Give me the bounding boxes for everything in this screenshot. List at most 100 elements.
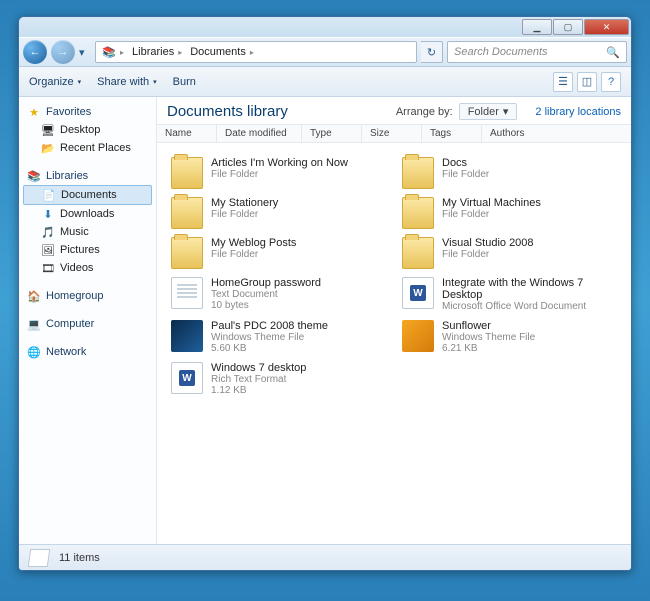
music-icon: 🎵 [41, 225, 55, 239]
file-item[interactable]: WIntegrate with the Windows 7 DesktopMic… [394, 273, 625, 316]
column-authors[interactable]: Authors [482, 125, 542, 142]
sidebar-favorites-header[interactable]: ★ Favorites [19, 103, 156, 121]
library-locations-link[interactable]: 2 library locations [535, 106, 621, 118]
help-button[interactable]: ? [601, 72, 621, 92]
search-input[interactable]: Search Documents 🔍 [447, 41, 627, 63]
file-item[interactable]: Visual Studio 2008File Folder [394, 233, 625, 273]
explorer-window: ▁ ▢ ✕ ← → ▾ 📚 ▸ Libraries ▸ Documents ▸ … [18, 16, 632, 571]
breadcrumb-libraries[interactable]: Libraries ▸ [130, 44, 184, 60]
search-icon: 🔍 [606, 46, 620, 59]
breadcrumb-label: Documents [190, 46, 246, 58]
organize-button[interactable]: Organize ▾ [29, 76, 81, 88]
sidebar-label: Favorites [46, 106, 91, 118]
content-area: ★ Favorites 🖥 Desktop 📂 Recent Places 📚 … [19, 97, 631, 544]
file-name: My Weblog Posts [211, 237, 296, 249]
item-count: 11 items [59, 552, 100, 564]
file-size: 1.12 KB [211, 385, 306, 396]
back-button[interactable]: ← [23, 40, 47, 64]
arrange-by-selector[interactable]: Folder ▾ [459, 103, 518, 120]
file-item[interactable]: My Virtual MachinesFile Folder [394, 193, 625, 233]
column-name[interactable]: Name [157, 125, 217, 142]
file-type: File Folder [442, 249, 534, 260]
theme-file-icon [402, 320, 434, 352]
folder-icon [402, 237, 434, 269]
file-name: Docs [442, 157, 489, 169]
address-bar[interactable]: 📚 ▸ Libraries ▸ Documents ▸ [95, 41, 417, 63]
file-type: Microsoft Office Word Document [442, 301, 617, 312]
sidebar-item-label: Videos [60, 262, 93, 274]
sidebar-homegroup[interactable]: 🏠 Homegroup [19, 287, 156, 305]
sidebar-item-desktop[interactable]: 🖥 Desktop [19, 121, 156, 139]
refresh-button[interactable]: ↻ [421, 41, 443, 63]
file-type: Windows Theme File [442, 332, 535, 343]
sidebar-item-label: Desktop [60, 124, 100, 136]
search-placeholder: Search Documents [454, 46, 548, 58]
sidebar-item-documents[interactable]: 📄 Documents [23, 185, 152, 205]
view-options-button[interactable]: ☰ [553, 72, 573, 92]
file-item[interactable]: My StationeryFile Folder [163, 193, 394, 233]
downloads-icon: ⬇ [41, 207, 55, 221]
minimize-button[interactable]: ▁ [522, 19, 552, 35]
sidebar-item-downloads[interactable]: ⬇ Downloads [19, 205, 156, 223]
word-doc-icon: W [171, 362, 203, 394]
sidebar-computer[interactable]: 💻 Computer [19, 315, 156, 333]
text-doc-icon [171, 277, 203, 309]
sidebar-network[interactable]: 🌐 Network [19, 343, 156, 361]
status-icon [28, 549, 51, 567]
titlebar: ▁ ▢ ✕ [19, 17, 631, 37]
file-name: Visual Studio 2008 [442, 237, 534, 249]
close-button[interactable]: ✕ [584, 19, 629, 35]
navigation-pane: ★ Favorites 🖥 Desktop 📂 Recent Places 📚 … [19, 97, 157, 544]
folder-icon [402, 197, 434, 229]
chevron-down-icon: ▾ [153, 78, 157, 86]
file-type: File Folder [211, 249, 296, 260]
burn-button[interactable]: Burn [173, 76, 196, 88]
file-item[interactable]: WWindows 7 desktopRich Text Format1.12 K… [163, 358, 394, 400]
homegroup-icon: 🏠 [27, 289, 41, 303]
column-date-modified[interactable]: Date modified [217, 125, 302, 142]
file-name: My Virtual Machines [442, 197, 541, 209]
file-item[interactable]: Paul's PDC 2008 themeWindows Theme File5… [163, 316, 394, 358]
chevron-right-icon[interactable]: ▸ [250, 48, 254, 57]
breadcrumb-documents[interactable]: Documents ▸ [188, 44, 256, 60]
column-tags[interactable]: Tags [422, 125, 482, 142]
sidebar-item-videos[interactable]: 🎞 Videos [19, 259, 156, 277]
column-size[interactable]: Size [362, 125, 422, 142]
file-name: Windows 7 desktop [211, 362, 306, 374]
pictures-icon: 🖼 [41, 243, 55, 257]
arrange-by-label: Arrange by: [396, 106, 453, 118]
folder-icon [171, 237, 203, 269]
sidebar-libraries-header[interactable]: 📚 Libraries [19, 167, 156, 185]
history-dropdown[interactable]: ▾ [79, 46, 91, 59]
file-name: My Stationery [211, 197, 278, 209]
file-type: File Folder [442, 209, 541, 220]
file-name: HomeGroup password [211, 277, 321, 289]
sidebar-label: Libraries [46, 170, 88, 182]
file-size: 10 bytes [211, 300, 321, 311]
file-type: File Folder [211, 209, 278, 220]
chevron-right-icon[interactable]: ▸ [120, 48, 124, 57]
file-item[interactable]: DocsFile Folder [394, 153, 625, 193]
breadcrumb-root[interactable]: 📚 ▸ [100, 43, 126, 61]
file-item[interactable]: HomeGroup passwordText Document10 bytes [163, 273, 394, 316]
sidebar-item-label: Music [60, 226, 89, 238]
button-label: Share with [97, 76, 149, 88]
sidebar-label: Network [46, 346, 86, 358]
sidebar-item-music[interactable]: 🎵 Music [19, 223, 156, 241]
main-pane: Documents library Arrange by: Folder ▾ 2… [157, 97, 631, 544]
maximize-button[interactable]: ▢ [553, 19, 583, 35]
file-item[interactable]: SunflowerWindows Theme File6.21 KB [394, 316, 625, 358]
sidebar-item-recent-places[interactable]: 📂 Recent Places [19, 139, 156, 157]
column-type[interactable]: Type [302, 125, 362, 142]
preview-pane-button[interactable]: ◫ [577, 72, 597, 92]
forward-button[interactable]: → [51, 40, 75, 64]
sidebar-item-pictures[interactable]: 🖼 Pictures [19, 241, 156, 259]
chevron-right-icon[interactable]: ▸ [178, 48, 182, 57]
library-title: Documents library [167, 103, 288, 120]
file-size: 5.60 KB [211, 343, 328, 354]
file-item[interactable]: Articles I'm Working on NowFile Folder [163, 153, 394, 193]
share-with-button[interactable]: Share with ▾ [97, 76, 157, 88]
file-item[interactable]: My Weblog PostsFile Folder [163, 233, 394, 273]
command-bar: Organize ▾ Share with ▾ Burn ☰ ◫ ? [19, 67, 631, 97]
sidebar-item-label: Documents [61, 189, 117, 201]
